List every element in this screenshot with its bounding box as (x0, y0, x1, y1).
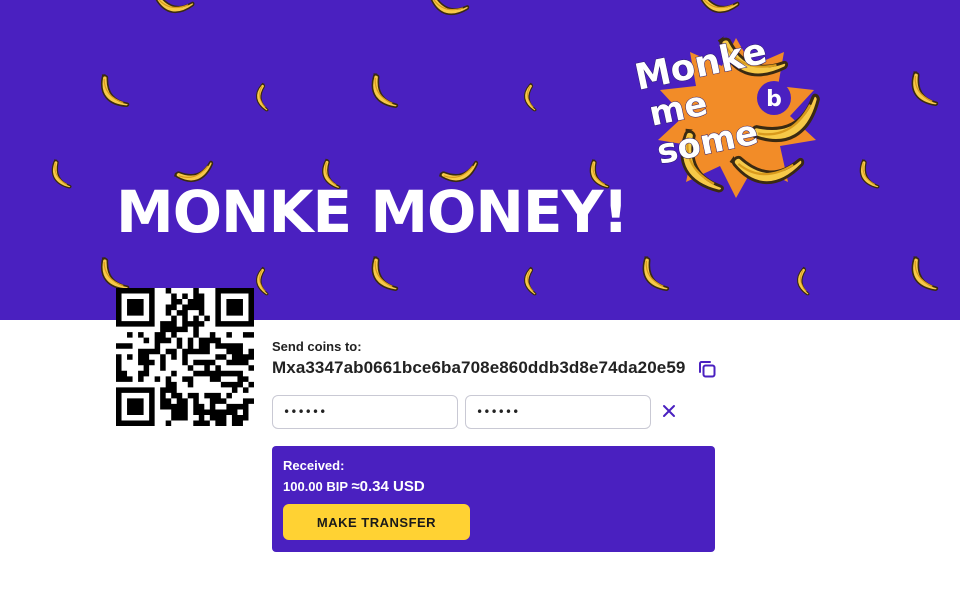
sticker-logo: Monke me some b (631, 18, 822, 201)
send-label: Send coins to: (272, 339, 362, 354)
close-icon[interactable] (660, 402, 678, 420)
banana-icon (632, 251, 681, 300)
hero-banner: MONKE MONEY! Monke me some b (0, 0, 960, 320)
banana-icon (244, 78, 283, 117)
sticker-badge: b (766, 87, 782, 112)
amount-bip: 100.00 BIP (283, 479, 348, 494)
banana-icon (901, 66, 950, 115)
received-panel: Received: 100.00 BIP ≈0.34 USD MAKE TRAN… (272, 446, 715, 552)
password-field-1[interactable] (272, 395, 458, 429)
qr-code (116, 288, 254, 426)
amount-usd: ≈0.34 USD (351, 478, 425, 495)
banana-icon (361, 251, 410, 300)
password-field-2[interactable] (465, 395, 651, 429)
copy-icon[interactable] (696, 358, 718, 380)
banana-icon (423, 0, 476, 31)
banana-icon (785, 262, 824, 301)
banana-icon (148, 0, 203, 29)
banana-icon (512, 78, 551, 117)
make-transfer-button[interactable]: MAKE TRANSFER (283, 504, 470, 540)
received-label: Received: (283, 458, 345, 473)
banana-icon (901, 251, 950, 300)
banana-icon (849, 154, 890, 195)
banana-icon (92, 69, 138, 115)
banana-icon (361, 68, 410, 117)
wallet-address: Mxa3347ab0661bce6ba708e860ddb3d8e74da20e… (272, 358, 686, 377)
received-amount: 100.00 BIP ≈0.34 USD (283, 478, 425, 495)
qr-modules (116, 288, 254, 426)
banana-icon (41, 154, 82, 195)
banana-icon (512, 262, 551, 301)
page-title: MONKE MONEY! (116, 178, 629, 246)
